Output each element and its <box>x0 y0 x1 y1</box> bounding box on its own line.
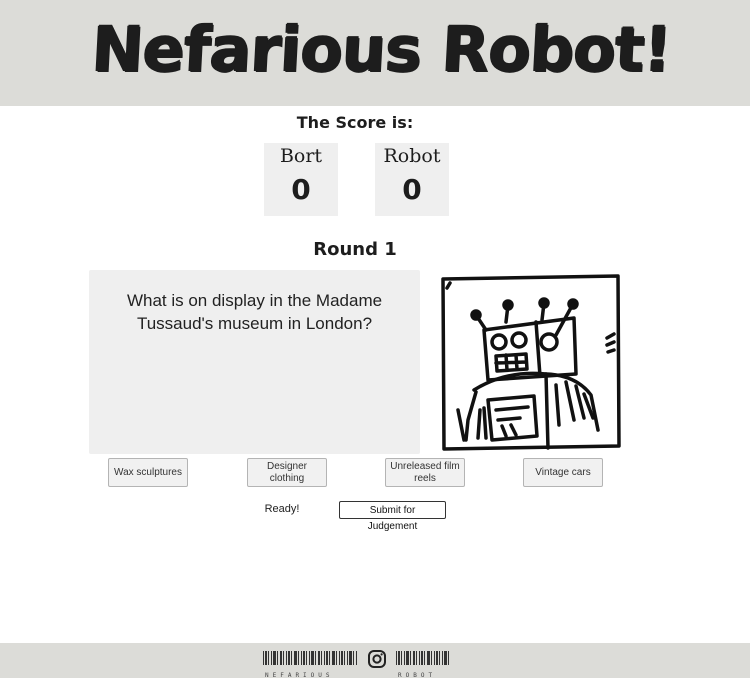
round-label: Round 1 <box>313 239 397 260</box>
barcode-logo-left: NEFARIOUS <box>263 651 358 679</box>
site-header: Nefarious Robot! <box>0 0 750 106</box>
answer-button-3[interactable]: Unreleased film reels <box>385 458 465 487</box>
site-footer: NEFARIOUS ROBOT <box>0 643 750 679</box>
site-title: Nefarious Robot! <box>90 13 673 86</box>
status-text: Ready! <box>264 503 300 515</box>
robot-illustration <box>441 274 621 451</box>
answer-button-2[interactable]: Designer clothing <box>247 458 327 487</box>
answer-button-1[interactable]: Wax sculptures <box>108 458 188 487</box>
question-panel: What is on display in the Madame Tussaud… <box>89 270 420 454</box>
score-card-robot: Robot 0 <box>375 143 449 216</box>
submit-judgement-button[interactable]: Submit for Judgement <box>339 501 446 532</box>
robot-name: Robot <box>383 145 441 167</box>
player-score: 0 <box>291 173 311 206</box>
answer-button-4[interactable]: Vintage cars <box>523 458 603 487</box>
score-heading: The Score is: <box>296 113 414 132</box>
question-text: What is on display in the Madame Tussaud… <box>126 291 383 333</box>
score-card-bort: Bort 0 <box>264 143 338 216</box>
player-name: Bort <box>279 145 323 167</box>
barcode-logo-right: ROBOT <box>396 651 449 679</box>
robot-score: 0 <box>402 173 422 206</box>
instagram-icon[interactable] <box>367 649 387 669</box>
barcode-graphic <box>263 651 357 665</box>
barcode-graphic <box>396 651 449 665</box>
